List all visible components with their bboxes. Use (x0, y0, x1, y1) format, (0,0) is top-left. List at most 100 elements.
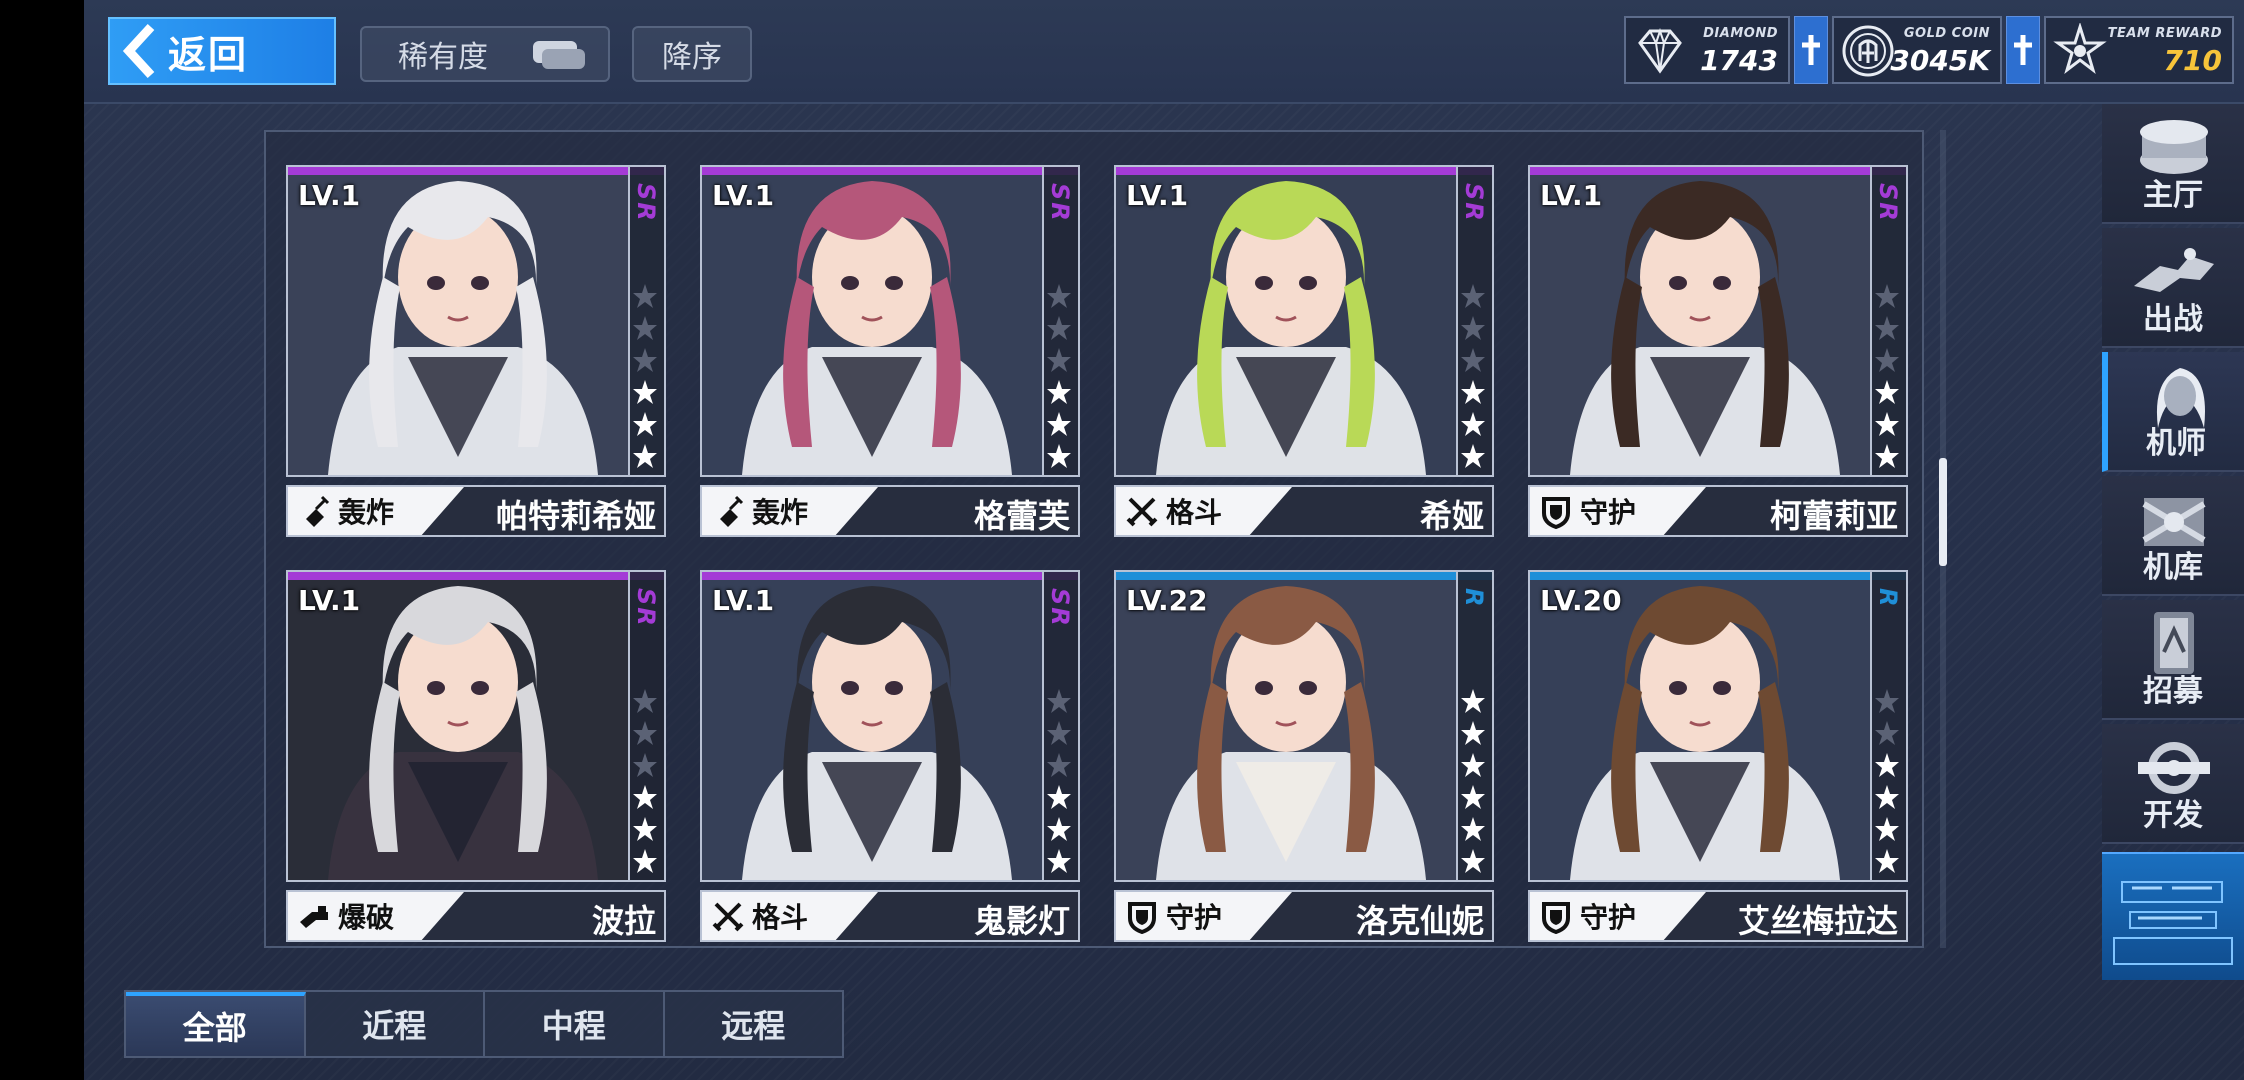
rarity-label: SR (1460, 183, 1488, 223)
rarity-sidebar: R (1456, 572, 1492, 880)
star-icon (1875, 721, 1899, 745)
star-icon (1461, 412, 1485, 436)
pilot-card[interactable]: LV.1 SR 格斗 希娅 (1114, 165, 1494, 537)
star-icon (633, 849, 657, 873)
star-icon (1047, 689, 1071, 713)
team-reward-icon (2053, 23, 2107, 75)
star-icon (1047, 753, 1071, 777)
star-icon (633, 753, 657, 777)
star-icon (633, 689, 657, 713)
star-icon (1047, 817, 1071, 841)
range-filter-tabs: 全部 近程 中程 远程 (124, 990, 844, 1058)
nav-label: 机库 (2143, 550, 2203, 585)
star-icon (1461, 785, 1485, 809)
rarity-stripe (702, 167, 1078, 175)
star-icon (1875, 348, 1899, 372)
scrollbar-thumb[interactable] (1939, 458, 1947, 566)
role-tag: 守护 (1530, 487, 1706, 535)
pilot-info-bar: 爆破 波拉 (286, 890, 666, 942)
star-icon (633, 412, 657, 436)
role-tag: 格斗 (702, 892, 878, 940)
nav-label: 开发 (2143, 798, 2203, 833)
nav-item-sortie[interactable]: 出战 (2102, 228, 2244, 348)
pilot-card[interactable]: LV.1 SR 爆破 波拉 (286, 570, 666, 942)
star-icon (1875, 444, 1899, 468)
tab-1[interactable]: 近程 (306, 992, 485, 1056)
pilot-card[interactable]: LV.1 SR 守护 柯蕾莉亚 (1528, 165, 1908, 537)
rarity-stripe (1530, 167, 1906, 175)
pilot-card[interactable]: LV.22 R 守护 洛克仙妮 (1114, 570, 1494, 942)
nav-item-develop[interactable]: 开发 (2102, 724, 2244, 844)
star-icon (1047, 444, 1071, 468)
sort-order-button[interactable]: 降序 (632, 26, 752, 82)
star-icon (1461, 753, 1485, 777)
role-tag: 爆破 (288, 892, 464, 940)
star-icon (1875, 849, 1899, 873)
add-diamond-button[interactable] (1794, 16, 1828, 84)
back-button[interactable]: 返回 (108, 17, 336, 85)
rarity-sidebar: SR (1456, 167, 1492, 475)
star-icon (1875, 785, 1899, 809)
pilot-card[interactable]: LV.1 SR 轰炸 帕特莉希娅 (286, 165, 666, 537)
pilot-level: LV.1 (298, 584, 361, 617)
nav-item-main-hall[interactable]: 主厅 (2102, 104, 2244, 224)
pilot-info-bar: 守护 艾丝梅拉达 (1528, 890, 1908, 942)
star-icon (1047, 284, 1071, 308)
star-icon (1461, 721, 1485, 745)
star-icon (633, 316, 657, 340)
tab-0[interactable]: 全部 (126, 992, 306, 1056)
pilot-card[interactable]: LV.1 SR 格斗 鬼影灯 (700, 570, 1080, 942)
nav-item-recruit[interactable]: 招募 (2102, 600, 2244, 720)
star-rating (1874, 283, 1900, 469)
star-icon (633, 348, 657, 372)
role-tag: 守护 (1116, 892, 1292, 940)
pilot-level: LV.1 (1540, 179, 1603, 212)
pilot-name: 波拉 (591, 902, 656, 940)
pilot-card[interactable]: LV.20 R 守护 艾丝梅拉达 (1528, 570, 1908, 942)
star-rating (1046, 283, 1072, 469)
add-gold-button[interactable] (2006, 16, 2040, 84)
shield-icon (1128, 902, 1156, 934)
pilot-name: 格蕾芙 (973, 497, 1070, 535)
blaster-icon (300, 906, 328, 928)
diamond-icon (1638, 27, 1682, 74)
pilot-level: LV.22 (1126, 584, 1208, 617)
star-icon (1875, 284, 1899, 308)
star-icon (1875, 412, 1899, 436)
pilot-name: 柯蕾莉亚 (1769, 497, 1898, 535)
nav-item-pilot[interactable]: 机师 (2102, 352, 2244, 472)
pilot-portrait: LV.1 SR (286, 570, 666, 882)
pilot-level: LV.1 (712, 584, 775, 617)
role-label: 格斗 (752, 901, 809, 934)
nav-label: 主厅 (2143, 178, 2203, 213)
tab-2[interactable]: 中程 (485, 992, 665, 1056)
star-rating (1460, 688, 1486, 874)
role-tag: 轰炸 (702, 487, 878, 535)
pilot-level: LV.1 (1126, 179, 1189, 212)
role-label: 轰炸 (752, 496, 809, 529)
rarity-sidebar: SR (1870, 167, 1906, 475)
chevron-left-icon (110, 19, 168, 83)
role-label: 格斗 (1166, 496, 1223, 529)
star-icon (633, 444, 657, 468)
star-icon (1875, 380, 1899, 404)
rarity-sidebar: SR (1042, 167, 1078, 475)
nav-item-hangar[interactable]: 机库 (2102, 476, 2244, 596)
tab-3[interactable]: 远程 (665, 992, 843, 1056)
rarity-label: SR (632, 183, 660, 223)
rarity-filter-button[interactable]: 稀有度 (360, 26, 610, 82)
star-icon (1047, 785, 1071, 809)
minimap-panel[interactable] (2102, 852, 2244, 980)
pilot-name: 希娅 (1419, 497, 1484, 535)
pilot-card[interactable]: LV.1 SR 轰炸 格蕾芙 (700, 165, 1080, 537)
rarity-stripe (1116, 167, 1492, 175)
gold-coin-name: GOLD COIN (1903, 26, 1990, 41)
star-rating (1046, 688, 1072, 874)
role-tag: 轰炸 (288, 487, 464, 535)
star-icon (1047, 380, 1071, 404)
star-icon (1047, 721, 1071, 745)
pilot-artwork (742, 181, 1012, 475)
rarity-stripe (288, 572, 664, 580)
pilot-artwork (1570, 586, 1840, 880)
star-icon (633, 721, 657, 745)
